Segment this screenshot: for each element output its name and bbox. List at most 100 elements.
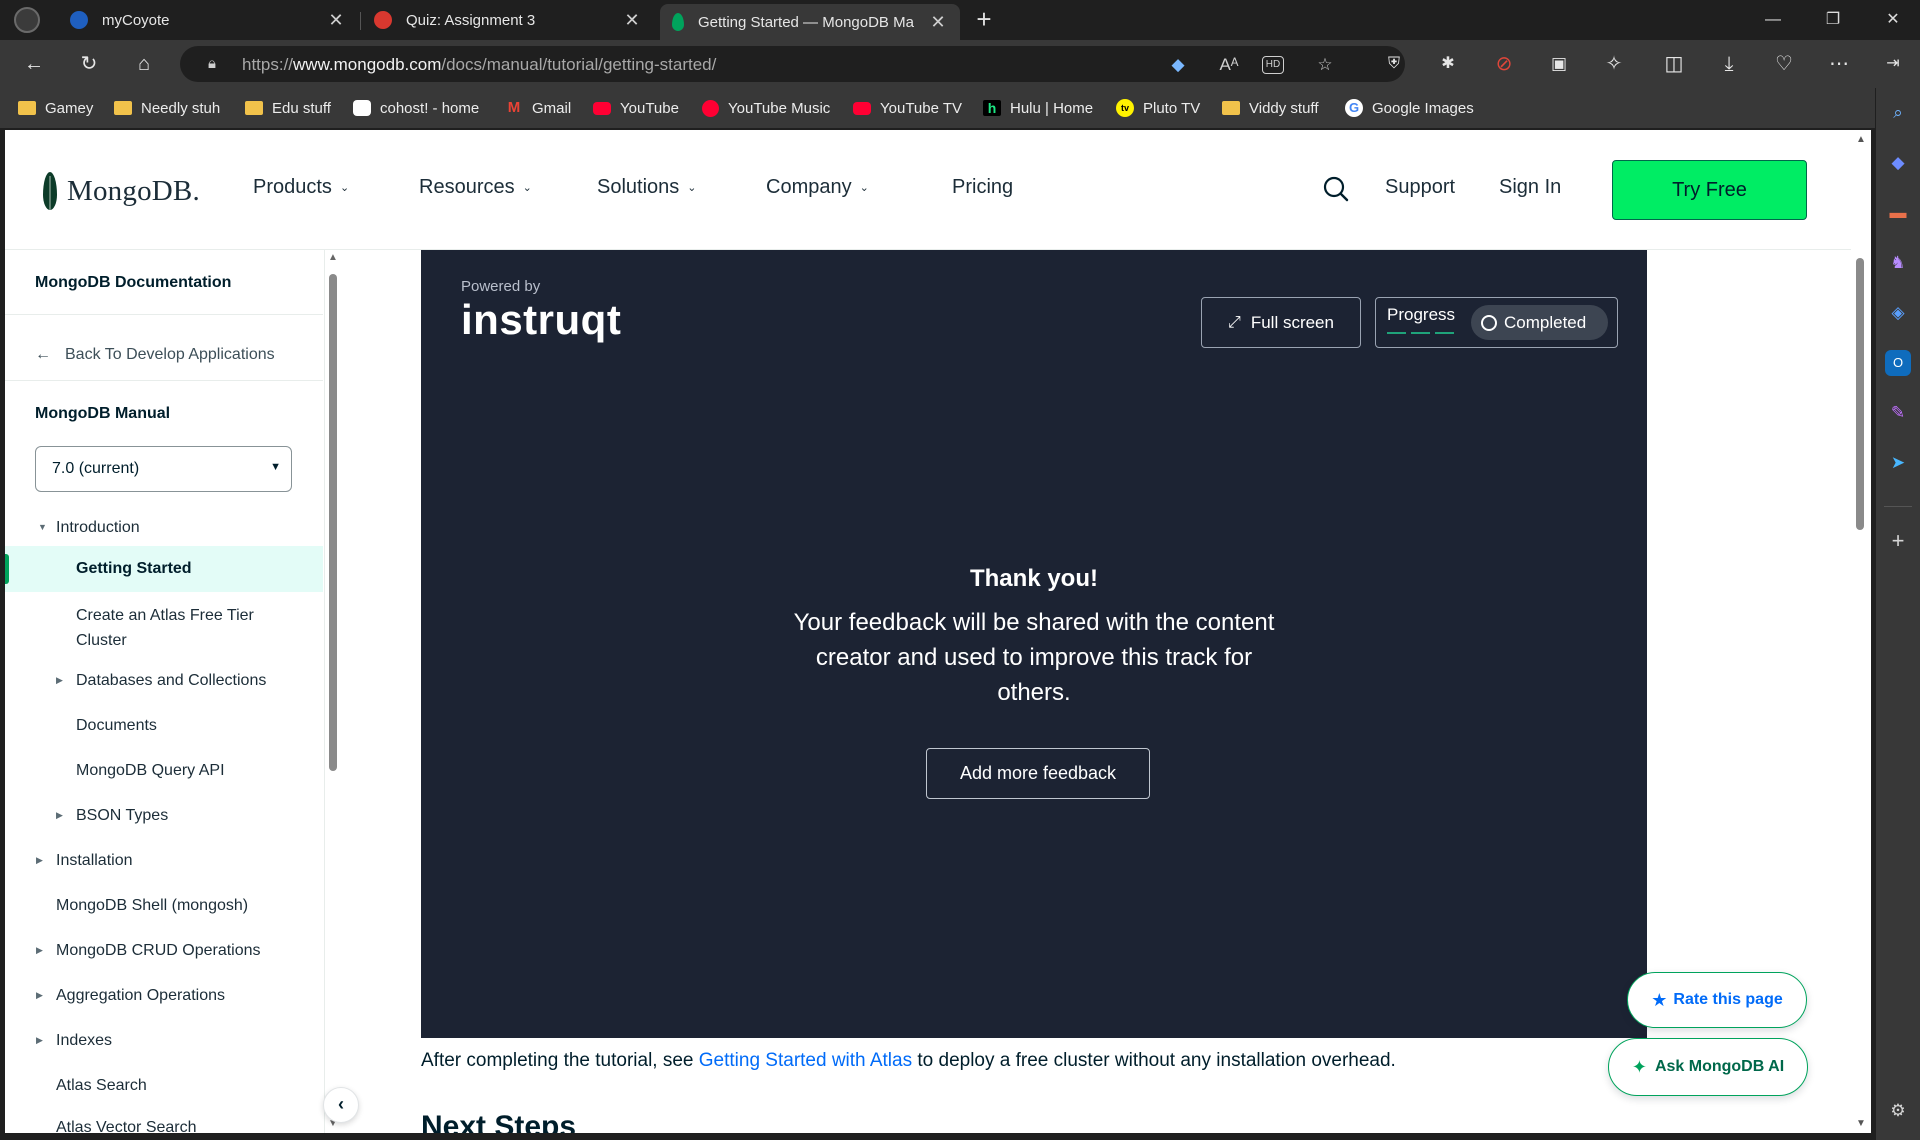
sidebar-toggle-icon[interactable]: ⇥: [1877, 48, 1909, 80]
sidebar-item-query-api[interactable]: MongoDB Query API: [76, 758, 225, 783]
scroll-down-icon[interactable]: ▼: [1856, 1118, 1866, 1129]
designer-icon[interactable]: ✎: [1885, 400, 1911, 426]
nav-products[interactable]: Products ⌄: [253, 176, 349, 199]
docs-title[interactable]: MongoDB Documentation: [35, 274, 231, 292]
rate-this-page-button[interactable]: ★ Rate this page: [1627, 972, 1807, 1028]
version-select[interactable]: 7.0 (current) ▼: [35, 446, 292, 492]
home-icon[interactable]: ⌂: [128, 48, 160, 80]
sidebar-item-databases[interactable]: ▶ Databases and Collections: [56, 668, 266, 693]
extension-bug-icon[interactable]: ✱: [1432, 48, 1464, 80]
scroll-up-icon[interactable]: ▲: [1856, 134, 1866, 145]
nav-resources[interactable]: Resources ⌄: [419, 176, 532, 199]
nav-support[interactable]: Support: [1385, 176, 1455, 199]
bookmark-youtube-music[interactable]: YouTube Music: [702, 97, 830, 119]
settings-gear-icon[interactable]: ⚙: [1885, 1098, 1911, 1124]
try-free-button[interactable]: Try Free: [1612, 160, 1807, 220]
sidebar-item-crud[interactable]: ▶ MongoDB CRUD Operations: [36, 938, 261, 963]
lock-icon[interactable]: 🔒︎: [202, 54, 222, 74]
collapse-sidebar-button[interactable]: ‹: [323, 1087, 359, 1123]
sidebar-scrollbar[interactable]: ▲ ▼: [326, 250, 340, 1133]
browser-tab-bar: myCoyote ✕ Quiz: Assignment 3 ✕ Getting …: [0, 0, 1920, 40]
tab-getting-started[interactable]: Getting Started — MongoDB Ma ✕: [660, 4, 960, 40]
copilot-icon[interactable]: ◈: [1885, 300, 1911, 326]
image-icon[interactable]: ▣: [1543, 48, 1575, 80]
profile-avatar[interactable]: [10, 4, 44, 36]
nav-pricing[interactable]: Pricing: [952, 176, 1013, 199]
reload-icon[interactable]: ↻: [73, 48, 105, 80]
new-tab-button[interactable]: +: [970, 6, 998, 34]
sidebar-item-getting-started[interactable]: Getting Started: [5, 546, 323, 592]
ask-mongodb-ai-button[interactable]: ✦ Ask MongoDB AI: [1608, 1038, 1808, 1096]
bookmark-youtube[interactable]: YouTube: [593, 97, 679, 119]
sidebar-item-introduction[interactable]: ▼ Introduction: [38, 515, 140, 540]
page-scrollbar[interactable]: ▲ ▼: [1851, 130, 1871, 1133]
extensions-icon[interactable]: ✧: [1598, 48, 1630, 80]
sidebar-item-atlas-search[interactable]: Atlas Search: [56, 1073, 147, 1098]
sidebar-item-mongosh[interactable]: MongoDB Shell (mongosh): [56, 893, 248, 918]
outlook-icon[interactable]: O: [1885, 350, 1911, 376]
sidebar-item-installation[interactable]: ▶ Installation: [36, 848, 133, 873]
add-more-feedback-button[interactable]: Add more feedback: [926, 748, 1150, 799]
shopping-tag-icon[interactable]: ◆: [1885, 150, 1911, 176]
getting-started-atlas-link[interactable]: Getting Started with Atlas: [699, 1050, 912, 1071]
close-tab-icon[interactable]: ✕: [622, 10, 642, 31]
full-screen-button[interactable]: ⤢ Full screen: [1201, 297, 1361, 348]
bookmark-youtube-tv[interactable]: YouTube TV: [853, 97, 962, 119]
bookmark-cohost[interactable]: cohost! - home: [353, 97, 479, 119]
minimize-button[interactable]: —: [1750, 6, 1796, 34]
gmail-icon: M: [507, 99, 521, 116]
downloads-icon[interactable]: ⤓: [1713, 48, 1745, 80]
nav-sign-in[interactable]: Sign In: [1499, 176, 1561, 199]
bookmark-gmail[interactable]: M Gmail: [505, 97, 571, 119]
mongodb-logo[interactable]: MongoDB.: [43, 172, 200, 210]
nav-solutions[interactable]: Solutions ⌄: [597, 176, 697, 199]
more-menu-icon[interactable]: ⋯: [1823, 48, 1855, 80]
read-aloud-icon[interactable]: Aᴬ: [1216, 52, 1242, 78]
bookmark-needly-stuh[interactable]: Needly stuh: [114, 97, 220, 119]
games-icon[interactable]: ♞: [1885, 250, 1911, 276]
sidebar-item-create-atlas[interactable]: Create an Atlas Free Tier Cluster: [76, 603, 254, 653]
search-icon[interactable]: ⌕: [1885, 100, 1911, 126]
back-link[interactable]: ← Back To Develop Applications: [35, 346, 275, 364]
folder-icon: [1222, 101, 1240, 115]
nav-company[interactable]: Company ⌄: [766, 176, 869, 199]
performance-icon[interactable]: ♡: [1768, 48, 1800, 80]
bookmark-hulu[interactable]: h Hulu | Home: [983, 97, 1093, 119]
ublock-icon[interactable]: ⛨: [1378, 48, 1410, 80]
sidebar-item-aggregation[interactable]: ▶ Aggregation Operations: [36, 983, 225, 1008]
hd-icon[interactable]: HD: [1262, 56, 1284, 74]
sidebar-item-documents[interactable]: Documents: [76, 713, 157, 738]
tab-quiz[interactable]: Quiz: Assignment 3 ✕: [362, 4, 654, 36]
add-icon[interactable]: +: [1885, 528, 1911, 554]
close-window-button[interactable]: ✕: [1870, 6, 1916, 34]
progress-label: Progress: [1387, 305, 1456, 324]
sidebar-item-vector-search[interactable]: Atlas Vector Search: [56, 1115, 197, 1133]
close-tab-icon[interactable]: ✕: [928, 12, 948, 33]
page-scroll-thumb[interactable]: [1856, 258, 1864, 530]
back-arrow-icon[interactable]: ←: [18, 48, 50, 80]
search-icon[interactable]: [1322, 175, 1350, 203]
bookmark-google-images[interactable]: G Google Images: [1345, 97, 1474, 119]
tools-icon[interactable]: ▬: [1885, 200, 1911, 226]
address-bar[interactable]: 🔒︎ https://www.mongodb.com/docs/manual/t…: [180, 46, 1405, 82]
sidebar-scroll-thumb[interactable]: [329, 274, 337, 771]
manual-title[interactable]: MongoDB Manual: [35, 405, 170, 423]
sidebar-item-bson-types[interactable]: ▶ BSON Types: [56, 803, 168, 828]
url-text[interactable]: https://www.mongodb.com/docs/manual/tuto…: [242, 55, 716, 75]
tab-mycoyote[interactable]: myCoyote ✕: [58, 4, 358, 36]
split-screen-icon[interactable]: ◫: [1658, 48, 1690, 80]
tab-title: Quiz: Assignment 3: [406, 11, 536, 29]
price-tag-icon[interactable]: ◆: [1165, 52, 1191, 78]
triangle-right-icon: ▶: [36, 1035, 43, 1045]
bookmark-edu-stuff[interactable]: Edu stuff: [245, 97, 331, 119]
send-icon[interactable]: ➤: [1885, 450, 1911, 476]
bookmark-gamey[interactable]: Gamey: [18, 97, 93, 119]
favorite-star-icon[interactable]: ☆: [1312, 52, 1338, 78]
close-tab-icon[interactable]: ✕: [326, 10, 346, 31]
maximize-button[interactable]: ❐: [1810, 6, 1856, 34]
bookmark-pluto-tv[interactable]: tv Pluto TV: [1116, 97, 1200, 119]
bookmark-viddy-stuff[interactable]: Viddy stuff: [1222, 97, 1319, 119]
sidebar-item-indexes[interactable]: ▶ Indexes: [36, 1028, 112, 1053]
blocker-icon[interactable]: ⊘: [1488, 48, 1520, 80]
scroll-up-icon[interactable]: ▲: [328, 252, 338, 263]
